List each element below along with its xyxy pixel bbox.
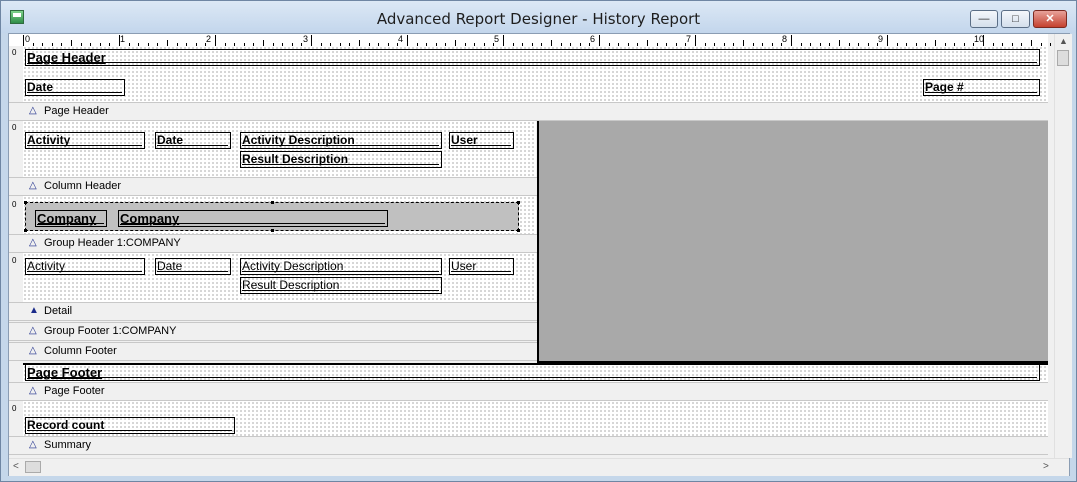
detail-activity-description-field[interactable]: Activity Description — [240, 258, 442, 275]
title-bar[interactable]: Advanced Report Designer - History Repor… — [1, 1, 1076, 33]
page-footer-title-field[interactable]: Page Footer — [25, 364, 1040, 381]
designer-client-area: 0 1 2 3 4 5 6 7 8 9 10 0 Page Header Dat… — [8, 33, 1072, 476]
detail-date-field[interactable]: Date — [155, 258, 231, 275]
collapse-triangle-icon[interactable]: △ — [29, 237, 37, 248]
ruler-tick — [311, 35, 312, 46]
detail-user-field[interactable]: User — [449, 258, 514, 275]
collapse-triangle-icon[interactable]: △ — [29, 385, 37, 396]
ruler-tick — [983, 35, 984, 46]
ruler-tick — [695, 35, 696, 46]
column-header-band-label[interactable]: △ Column Header — [9, 177, 537, 196]
ruler-tick — [599, 35, 600, 46]
group-footer-band-label[interactable]: △ Group Footer 1:COMPANY — [9, 322, 537, 341]
summary-band-label[interactable]: △ Summary — [9, 436, 1048, 455]
band-label-text: Group Footer 1:COMPANY — [44, 325, 177, 337]
page-footer-band-label[interactable]: △ Page Footer — [9, 382, 1048, 401]
band-label-text: Column Footer — [44, 345, 117, 357]
band-marker: 0 — [12, 48, 17, 57]
ruler-number: 9 — [878, 34, 884, 44]
column-header-date-field[interactable]: Date — [155, 132, 231, 149]
report-designer-window: Advanced Report Designer - History Repor… — [0, 0, 1077, 482]
resize-handle[interactable] — [517, 201, 520, 204]
band-marker: 0 — [12, 404, 17, 413]
column-header-activity-field[interactable]: Activity — [25, 132, 145, 149]
scroll-left-icon[interactable]: < — [13, 461, 19, 472]
ruler-number: 2 — [206, 34, 212, 44]
band-label-text: Detail — [44, 305, 73, 317]
band-marker: 0 — [12, 123, 17, 132]
ruler-number: 5 — [494, 34, 500, 44]
ruler-number: 1 — [120, 34, 126, 44]
ruler-number: 7 — [686, 34, 692, 44]
page-header-title-field[interactable]: Page Header — [25, 49, 1040, 66]
minimize-button[interactable]: — — [970, 10, 998, 28]
ruler-tick — [119, 35, 120, 46]
ruler-number: 0 — [25, 34, 31, 44]
group-header-band-label[interactable]: △ Group Header 1:COMPANY — [9, 234, 537, 253]
resize-handle[interactable] — [517, 229, 520, 232]
ruler-tick — [23, 35, 24, 46]
band-marker: 0 — [12, 256, 17, 265]
collapse-triangle-icon[interactable]: △ — [29, 345, 37, 356]
ruler-number: 8 — [782, 34, 788, 44]
report-canvas: 0 Page Header Date Page # △ Page Header … — [9, 46, 1048, 458]
collapse-triangle-icon[interactable]: △ — [29, 105, 37, 116]
resize-handle[interactable] — [271, 229, 274, 232]
ruler-number: 6 — [590, 34, 596, 44]
collapse-triangle-icon[interactable]: △ — [29, 180, 37, 191]
band-label-text: Summary — [44, 439, 92, 451]
page-header-page-number-field[interactable]: Page # — [923, 79, 1040, 96]
page-header-date-field[interactable]: Date — [25, 79, 125, 96]
collapse-triangle-icon[interactable]: △ — [29, 325, 37, 336]
detail-result-description-field[interactable]: Result Description — [240, 277, 442, 294]
horizontal-scrollbar[interactable]: < > — [9, 458, 1069, 476]
resize-handle[interactable] — [24, 229, 27, 232]
resize-handle[interactable] — [271, 201, 274, 204]
detail-band-label[interactable]: ▲ Detail — [9, 302, 537, 321]
ruler-tick — [407, 35, 408, 46]
column-header-result-description-field[interactable]: Result Description — [240, 151, 442, 168]
ruler-tick — [791, 35, 792, 46]
group-header-company-label[interactable]: Company — [35, 210, 107, 227]
page-header-band-label[interactable]: △ Page Header — [9, 102, 1048, 121]
unused-page-area — [537, 121, 1048, 363]
collapse-triangle-filled-icon[interactable]: ▲ — [29, 305, 39, 316]
ruler-tick — [215, 35, 216, 46]
horizontal-scroll-thumb[interactable] — [25, 461, 41, 473]
band-label-text: Column Header — [44, 180, 122, 192]
ruler-tick — [1050, 43, 1052, 46]
scroll-up-icon[interactable]: ▲ — [1059, 36, 1068, 46]
column-header-activity-description-field[interactable]: Activity Description — [240, 132, 442, 149]
ruler-tick — [887, 35, 888, 46]
ruler-number: 4 — [398, 34, 404, 44]
column-footer-band-label[interactable]: △ Column Footer — [9, 342, 537, 361]
ruler-tick — [503, 35, 504, 46]
detail-activity-field[interactable]: Activity — [25, 258, 145, 275]
band-label-text: Page Footer — [44, 385, 105, 397]
band-label-text: Group Header 1:COMPANY — [44, 237, 181, 249]
window-title: Advanced Report Designer - History Repor… — [376, 10, 701, 28]
resize-handle[interactable] — [24, 201, 27, 204]
band-label-text: Page Header — [44, 105, 109, 117]
summary-record-count-field[interactable]: Record count — [25, 417, 235, 434]
ruler-number: 3 — [303, 34, 309, 44]
maximize-button[interactable]: □ — [1001, 10, 1030, 28]
scroll-right-icon[interactable]: > — [1043, 461, 1049, 472]
group-header-company-field[interactable]: Company — [118, 210, 388, 227]
band-marker: 0 — [12, 200, 17, 209]
collapse-triangle-icon[interactable]: △ — [29, 439, 37, 450]
column-header-user-field[interactable]: User — [449, 132, 514, 149]
close-button[interactable]: ✕ — [1033, 10, 1067, 28]
vertical-scroll-thumb[interactable] — [1057, 50, 1069, 66]
vertical-scrollbar[interactable]: ▲ — [1054, 34, 1072, 458]
column-header-band[interactable] — [23, 121, 536, 177]
